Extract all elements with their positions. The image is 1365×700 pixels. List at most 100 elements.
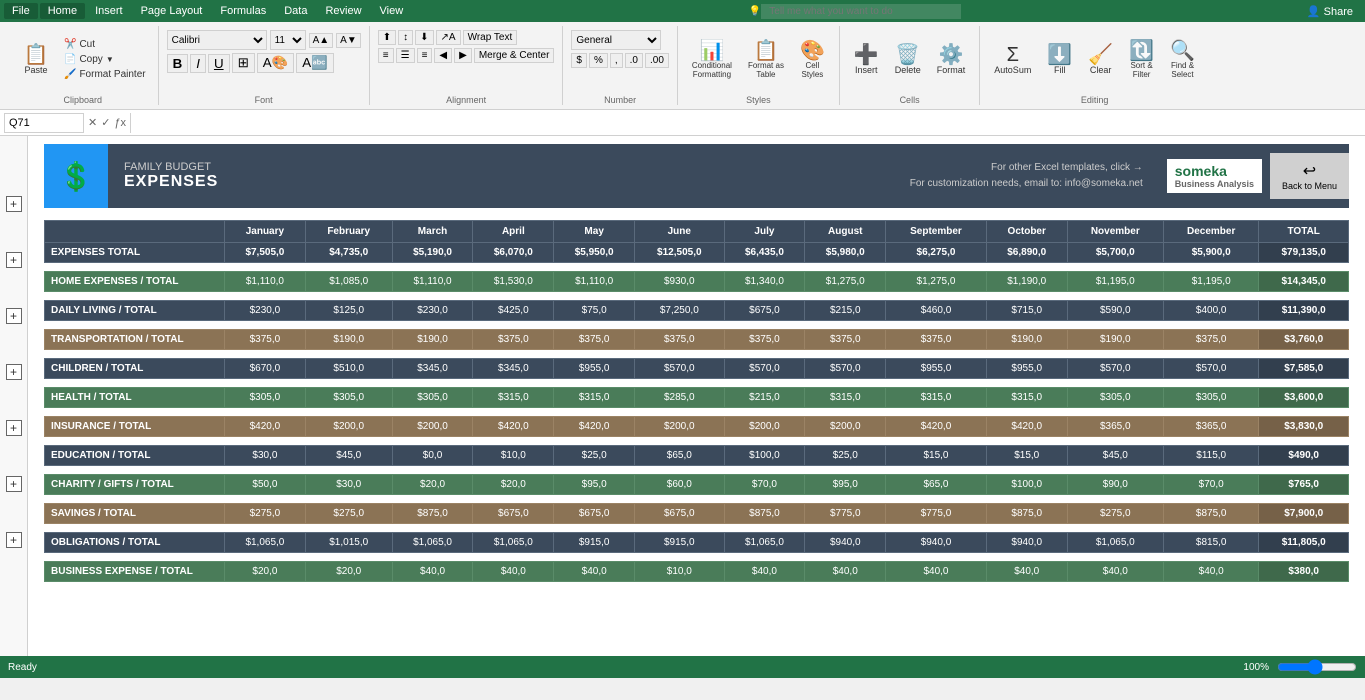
- row-cell[interactable]: $230,0: [225, 301, 306, 321]
- row-cell[interactable]: $315,0: [986, 388, 1067, 408]
- indent-increase-button[interactable]: ▶: [454, 48, 472, 63]
- row-cell[interactable]: $375,0: [886, 330, 987, 350]
- currency-button[interactable]: $: [571, 53, 587, 68]
- row-cell[interactable]: $1,195,0: [1067, 272, 1163, 292]
- row-cell[interactable]: $20,0: [392, 475, 473, 495]
- cell-styles-button[interactable]: 🎨 CellStyles: [794, 39, 831, 81]
- row-cell[interactable]: $5,700,0: [1067, 243, 1163, 263]
- row-cell[interactable]: $460,0: [886, 301, 987, 321]
- bold-button[interactable]: B: [167, 54, 189, 73]
- menu-file[interactable]: File: [4, 3, 38, 19]
- row-cell[interactable]: $765,0: [1259, 475, 1349, 495]
- find-select-button[interactable]: 🔍 Find &Select: [1164, 39, 1201, 81]
- row-cell[interactable]: $5,190,0: [392, 243, 473, 263]
- row-cell[interactable]: $1,065,0: [473, 533, 554, 553]
- row-cell[interactable]: $12,505,0: [635, 243, 724, 263]
- row-cell[interactable]: $6,275,0: [886, 243, 987, 263]
- row-cell[interactable]: $375,0: [225, 330, 306, 350]
- row-cell[interactable]: $10,0: [635, 562, 724, 582]
- paste-button[interactable]: 📋 Paste: [16, 43, 56, 77]
- row-cell[interactable]: $7,250,0: [635, 301, 724, 321]
- delete-button[interactable]: 🗑️ Delete: [889, 43, 927, 77]
- menu-insert[interactable]: Insert: [87, 3, 131, 19]
- row-cell[interactable]: $190,0: [1067, 330, 1163, 350]
- row-cell[interactable]: $1,065,0: [392, 533, 473, 553]
- row-cell[interactable]: $275,0: [225, 504, 306, 524]
- font-size-select[interactable]: 11: [270, 30, 306, 50]
- sort-filter-button[interactable]: 🔃 Sort &Filter: [1123, 39, 1160, 81]
- row-cell[interactable]: $200,0: [724, 417, 805, 437]
- row-cell[interactable]: $30,0: [305, 475, 392, 495]
- row-cell[interactable]: $95,0: [554, 475, 635, 495]
- row-cell[interactable]: $315,0: [886, 388, 987, 408]
- row-cell[interactable]: $75,0: [554, 301, 635, 321]
- row-cell[interactable]: $305,0: [1163, 388, 1258, 408]
- align-top-button[interactable]: ⬆: [378, 30, 396, 45]
- row-cell[interactable]: $125,0: [305, 301, 392, 321]
- underline-button[interactable]: U: [208, 54, 230, 73]
- clear-button[interactable]: 🧹 Clear: [1082, 43, 1119, 77]
- align-left-button[interactable]: ≡: [378, 48, 394, 63]
- row-cell[interactable]: $100,0: [724, 446, 805, 466]
- row-cell[interactable]: $775,0: [886, 504, 987, 524]
- row-cell[interactable]: $1,340,0: [724, 272, 805, 292]
- wrap-text-button[interactable]: Wrap Text: [463, 30, 518, 45]
- row-cell[interactable]: $420,0: [986, 417, 1067, 437]
- row-cell[interactable]: $375,0: [1163, 330, 1258, 350]
- row-cell[interactable]: $30,0: [225, 446, 306, 466]
- row-cell[interactable]: $570,0: [635, 359, 724, 379]
- row-cell[interactable]: $7,585,0: [1259, 359, 1349, 379]
- row-cell[interactable]: $25,0: [805, 446, 886, 466]
- row-cell[interactable]: $40,0: [724, 562, 805, 582]
- font-grow-button[interactable]: A▲: [309, 33, 334, 48]
- row-cell[interactable]: $7,505,0: [225, 243, 306, 263]
- row-cell[interactable]: $6,890,0: [986, 243, 1067, 263]
- align-middle-button[interactable]: ↕: [398, 30, 413, 45]
- row-cell[interactable]: $190,0: [392, 330, 473, 350]
- row-cell[interactable]: $70,0: [1163, 475, 1258, 495]
- row-cell[interactable]: $40,0: [392, 562, 473, 582]
- number-format-select[interactable]: General: [571, 30, 661, 50]
- fill-button[interactable]: ⬇️ Fill: [1041, 43, 1078, 77]
- row-cell[interactable]: $5,980,0: [805, 243, 886, 263]
- row-cell[interactable]: $305,0: [305, 388, 392, 408]
- row-cell[interactable]: $230,0: [392, 301, 473, 321]
- row-cell[interactable]: $930,0: [635, 272, 724, 292]
- row-cell[interactable]: $875,0: [392, 504, 473, 524]
- row-cell[interactable]: $1,275,0: [805, 272, 886, 292]
- row-cell[interactable]: $190,0: [305, 330, 392, 350]
- menu-view[interactable]: View: [372, 3, 412, 19]
- row-cell[interactable]: $380,0: [1259, 562, 1349, 582]
- row-cell[interactable]: $1,530,0: [473, 272, 554, 292]
- row-cell[interactable]: $275,0: [1067, 504, 1163, 524]
- indent-decrease-button[interactable]: ◀: [434, 48, 452, 63]
- text-angle-button[interactable]: ↗A: [436, 30, 461, 45]
- row-cell[interactable]: $3,600,0: [1259, 388, 1349, 408]
- row-cell[interactable]: $375,0: [724, 330, 805, 350]
- row-cell[interactable]: $14,345,0: [1259, 272, 1349, 292]
- row-cell[interactable]: $79,135,0: [1259, 243, 1349, 263]
- row-cell[interactable]: $285,0: [635, 388, 724, 408]
- row-cell[interactable]: $65,0: [886, 475, 987, 495]
- row-cell[interactable]: $420,0: [554, 417, 635, 437]
- row-cell[interactable]: $45,0: [1067, 446, 1163, 466]
- row-cell[interactable]: $40,0: [1067, 562, 1163, 582]
- row-cell[interactable]: $420,0: [886, 417, 987, 437]
- row-cell[interactable]: $1,275,0: [886, 272, 987, 292]
- row-cell[interactable]: $11,390,0: [1259, 301, 1349, 321]
- row-cell[interactable]: $6,070,0: [473, 243, 554, 263]
- row-cell[interactable]: $365,0: [1067, 417, 1163, 437]
- autosum-button[interactable]: Σ AutoSum: [988, 43, 1037, 77]
- decimal-decrease-button[interactable]: .00: [645, 53, 669, 68]
- row-cell[interactable]: $570,0: [1163, 359, 1258, 379]
- row-cell[interactable]: $1,110,0: [392, 272, 473, 292]
- row-cell[interactable]: $775,0: [805, 504, 886, 524]
- align-center-button[interactable]: ☰: [396, 48, 415, 63]
- row-cell[interactable]: $15,0: [886, 446, 987, 466]
- row-cell[interactable]: $275,0: [305, 504, 392, 524]
- row-cell[interactable]: $375,0: [473, 330, 554, 350]
- expand-button-3[interactable]: +: [6, 308, 22, 324]
- row-cell[interactable]: $570,0: [1067, 359, 1163, 379]
- row-cell[interactable]: $1,085,0: [305, 272, 392, 292]
- copy-button[interactable]: 📄Copy ▼: [60, 53, 150, 66]
